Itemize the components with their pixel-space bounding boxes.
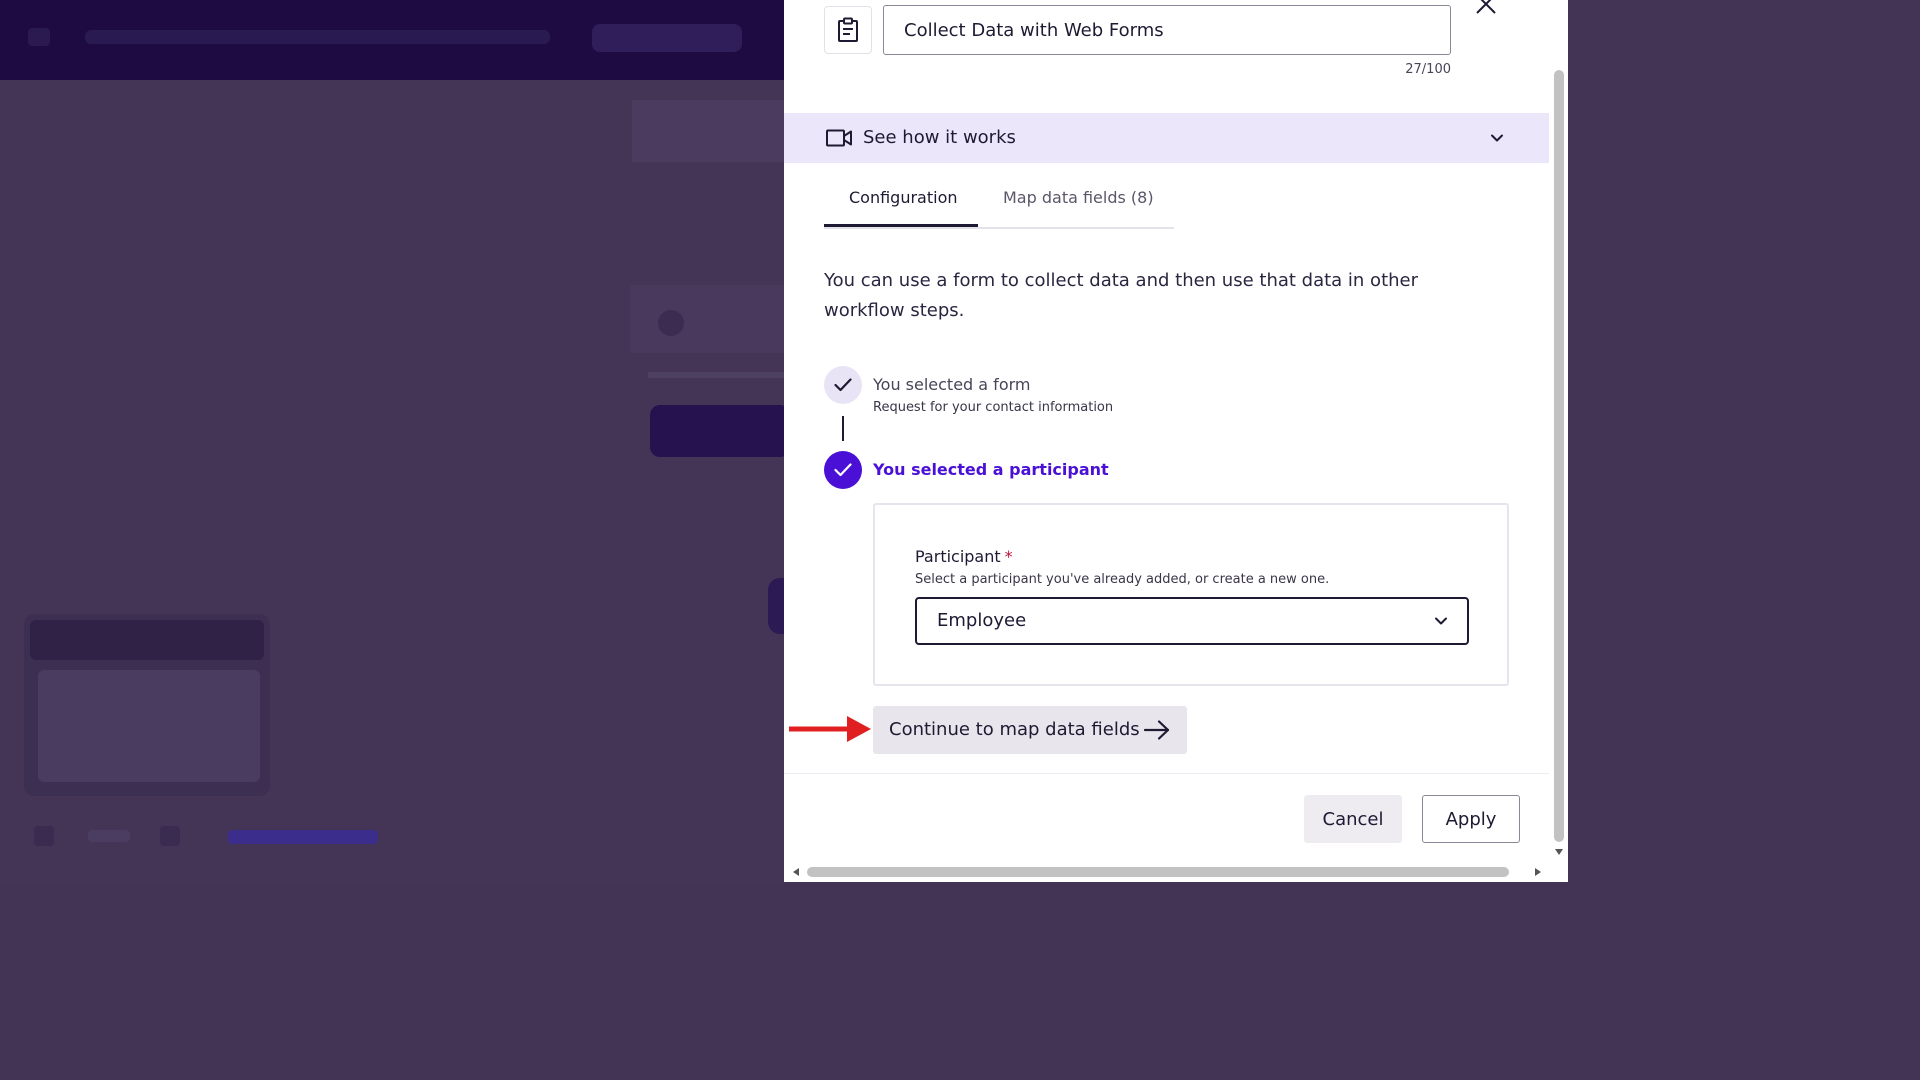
background-footer-text: [88, 830, 130, 842]
required-marker: *: [1004, 547, 1013, 566]
background-card: [630, 285, 784, 353]
participant-select[interactable]: Employee: [915, 597, 1469, 645]
video-camera-icon: [826, 129, 852, 147]
background-card: [632, 100, 784, 162]
background-footer-icon: [160, 826, 180, 846]
see-how-it-works-label: See how it works: [863, 127, 1016, 148]
see-how-it-works-accordion[interactable]: See how it works: [784, 113, 1549, 163]
check-icon: [834, 463, 852, 477]
continue-button-label: Continue to map data fields: [889, 719, 1140, 740]
character-count: 27/100: [1405, 62, 1451, 77]
background-pill: [768, 578, 784, 634]
vertical-scrollbar-thumb[interactable]: [1554, 70, 1564, 842]
horizontal-scrollbar-thumb[interactable]: [807, 867, 1509, 877]
arrow-right-icon: [1143, 720, 1170, 740]
continue-to-map-data-fields-button[interactable]: Continue to map data fields: [873, 706, 1187, 754]
apply-button[interactable]: Apply: [1422, 795, 1520, 843]
scroll-right-icon[interactable]: [1532, 866, 1544, 878]
background-panel-body: [38, 670, 260, 782]
background-blurred-button: [592, 24, 742, 52]
footer-divider: [784, 773, 1549, 774]
clipboard-icon: [838, 17, 858, 42]
background-footer-link: [228, 830, 378, 844]
red-arrow-annotation: [789, 716, 871, 742]
background-line: [648, 372, 784, 378]
step-config-panel: 27/100 See how it works Configuration Ma…: [784, 0, 1568, 882]
check-icon: [834, 378, 852, 392]
background-panel-header: [30, 620, 264, 660]
background-app-overlay: [0, 0, 784, 882]
step-form-subtitle: Request for your contact information: [873, 400, 1114, 415]
tab-configuration[interactable]: Configuration: [849, 188, 958, 207]
chevron-down-icon: [1491, 134, 1503, 142]
step-name-input[interactable]: [883, 5, 1451, 55]
close-icon: [1476, 0, 1496, 14]
cancel-button[interactable]: Cancel: [1304, 795, 1402, 843]
step-description: You can use a form to collect data and t…: [824, 270, 1419, 321]
tab-bar: Configuration Map data fields (8): [824, 180, 1174, 229]
participant-selected-value: Employee: [937, 610, 1027, 631]
step-form-title: You selected a form: [873, 375, 1031, 394]
background-circle: [658, 310, 684, 336]
scroll-left-icon[interactable]: [790, 866, 802, 878]
tab-map-data-fields[interactable]: Map data fields (8): [1003, 188, 1154, 207]
background-menu-icon: [28, 28, 50, 46]
active-tab-indicator: [824, 224, 978, 227]
close-panel-button[interactable]: [1474, 0, 1498, 16]
background-dark-button: [650, 405, 784, 457]
step-current-indicator: [824, 451, 862, 489]
participant-section: Participant * Select a participant you've…: [873, 503, 1509, 686]
background-footer-icon: [34, 826, 54, 846]
step-connector: [842, 416, 844, 441]
scroll-down-icon[interactable]: [1553, 846, 1565, 858]
background-blurred-title: [85, 30, 550, 44]
participant-label-text: Participant: [915, 547, 1001, 566]
participant-hint: Select a participant you've already adde…: [915, 572, 1330, 587]
participant-label: Participant *: [915, 547, 1013, 566]
step-participant-title: You selected a participant: [873, 460, 1109, 479]
step-complete-indicator: [824, 366, 862, 404]
chevron-down-icon: [1435, 617, 1447, 625]
step-type-button[interactable]: [824, 6, 872, 54]
